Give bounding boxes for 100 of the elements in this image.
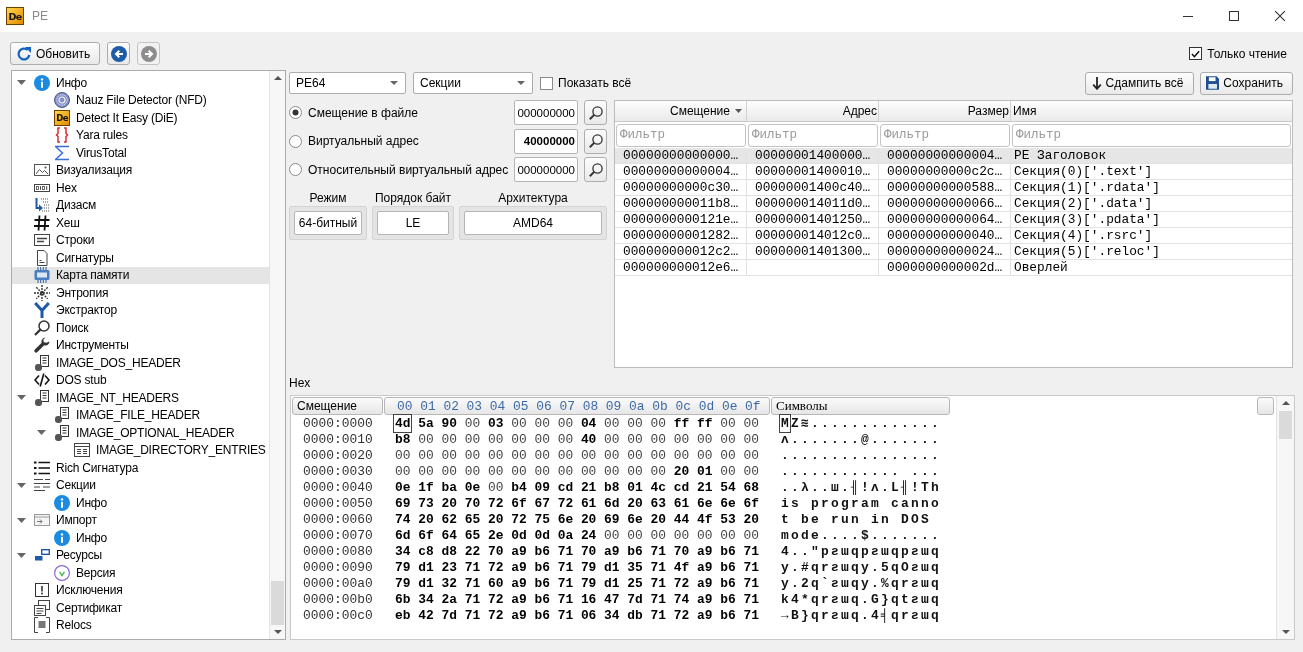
scroll-up-icon[interactable] bbox=[273, 76, 282, 80]
tree-item[interactable]: IMAGE_NT_HEADERS bbox=[12, 389, 269, 407]
collapse-arrow-icon[interactable] bbox=[37, 430, 46, 436]
group-label: Архитектура bbox=[498, 190, 568, 206]
scroll-down-icon[interactable] bbox=[273, 630, 282, 634]
scroll-down-icon[interactable] bbox=[1281, 630, 1290, 634]
tree-item[interactable]: IMAGE_DIRECTORY_ENTRIES bbox=[12, 441, 269, 459]
table-row[interactable]: 000000000012e6… 0000000000002d… Оверлей bbox=[615, 260, 1292, 276]
table-row[interactable]: 0000000000121e… 00000001401250… 00000000000064… Секция(3)['.pdata'] bbox=[615, 212, 1292, 228]
read-only-checkbox[interactable] bbox=[1189, 47, 1203, 60]
table-cell: PE Заголовок bbox=[1014, 148, 1107, 163]
scroll-up-icon[interactable] bbox=[1281, 401, 1290, 405]
tree-item[interactable]: IMAGE_DOS_HEADER bbox=[12, 354, 269, 372]
tree-item[interactable]: IMAGE_FILE_HEADER bbox=[12, 406, 269, 424]
page-plug-icon bbox=[54, 407, 70, 424]
tree-item[interactable]: IMAGE_OPTIONAL_HEADER bbox=[12, 424, 269, 442]
filter-field[interactable]: Фильтр bbox=[616, 123, 746, 147]
scrollbar-thumb[interactable] bbox=[271, 581, 284, 625]
table-row[interactable]: 00000000000c30… 00000001400c40… 00000000000588… Секция(1)['.rdata'] bbox=[615, 180, 1292, 196]
window-title: PE bbox=[32, 9, 48, 23]
radio-label[interactable]: Смещение в файле bbox=[308, 105, 418, 120]
tree-item[interactable]: Nauz File Detector (NFD) bbox=[12, 91, 269, 109]
dump-all-button[interactable]: Сдампить всё bbox=[1085, 71, 1194, 95]
read-only-label[interactable]: Только чтение bbox=[1207, 46, 1287, 61]
info-field[interactable]: AMD64 bbox=[464, 210, 602, 235]
tree-item[interactable]: Дизасм bbox=[12, 196, 269, 214]
refresh-button[interactable]: Обновить bbox=[10, 42, 101, 65]
address-field[interactable]: 40000000 bbox=[514, 128, 578, 154]
address-field[interactable]: 000000000 bbox=[514, 157, 578, 182]
collapse-arrow-icon[interactable] bbox=[17, 395, 26, 401]
filter-field[interactable]: Фильтр bbox=[1012, 123, 1291, 147]
column-header[interactable]: Смещение bbox=[292, 397, 383, 415]
search-button[interactable] bbox=[584, 128, 607, 154]
search-button[interactable] bbox=[584, 157, 607, 182]
search-button[interactable] bbox=[584, 100, 607, 125]
radio-label[interactable]: Относительный виртуальный адрес bbox=[308, 162, 509, 177]
tree-item[interactable]: Поиск bbox=[12, 319, 269, 337]
save-button[interactable]: Сохранить bbox=[1200, 71, 1293, 95]
tree-item[interactable]: Relocs bbox=[12, 616, 269, 634]
ascii-text: ..λ..ш.╢!ʌ.L╢!Th bbox=[781, 479, 942, 495]
tree-item[interactable]: Инфо bbox=[12, 529, 269, 547]
tree-item[interactable]: Энтропия bbox=[12, 284, 269, 302]
tree-item[interactable]: Ресурсы bbox=[12, 546, 269, 564]
column-header[interactable]: Адрес bbox=[747, 101, 879, 122]
tree-item[interactable]: Секции bbox=[12, 476, 269, 494]
table-row[interactable]: 000000000012c2… 00000001401300… 00000000000024… Секция(5)['.reloc'] bbox=[615, 244, 1292, 260]
scrollbar[interactable] bbox=[1276, 396, 1294, 639]
collapse-arrow-icon[interactable] bbox=[17, 552, 26, 558]
column-header[interactable]: Смещение bbox=[615, 101, 747, 122]
table-row[interactable]: 00000000001282… 000000014012c0… 00000000000040… Секция(4)['.rsrc'] bbox=[615, 228, 1292, 244]
tree-item[interactable]: De Detect It Easy (DiE) bbox=[12, 109, 269, 127]
tree-item[interactable]: Инфо bbox=[12, 494, 269, 512]
tree-item[interactable]: Экстрактор bbox=[12, 301, 269, 319]
radio-button[interactable] bbox=[289, 106, 302, 119]
view-combo[interactable]: Секции bbox=[413, 72, 533, 94]
tree-item[interactable]: Hex bbox=[12, 179, 269, 197]
tree-item[interactable]: DOS stub bbox=[12, 371, 269, 389]
filter-field[interactable]: Фильтр bbox=[880, 123, 1010, 147]
tree-item[interactable]: Визуализация bbox=[12, 161, 269, 179]
collapse-arrow-icon[interactable] bbox=[17, 482, 26, 488]
tree-item[interactable]: Rich Сигнатура bbox=[12, 459, 269, 477]
tree-item[interactable]: Yara rules bbox=[12, 126, 269, 144]
tree-item[interactable]: Версия bbox=[12, 564, 269, 582]
show-all-checkbox[interactable] bbox=[540, 76, 553, 90]
tree-item[interactable]: Карта памяти bbox=[12, 266, 269, 284]
collapse-arrow-icon[interactable] bbox=[17, 517, 26, 523]
tree-item[interactable]: VirusTotal bbox=[12, 144, 269, 162]
tree-item[interactable]: Строки bbox=[12, 231, 269, 249]
ascii-text: ............ ... bbox=[781, 463, 942, 479]
show-all-label[interactable]: Показать всё bbox=[558, 76, 632, 90]
radio-button[interactable] bbox=[289, 134, 302, 148]
table-cell: 00000000001282… bbox=[623, 228, 739, 243]
address-field[interactable]: 000000000 bbox=[514, 100, 578, 125]
format-combo[interactable]: PE64 bbox=[289, 72, 406, 94]
snowflake-icon bbox=[34, 284, 50, 301]
tree-item[interactable]: Импорт bbox=[12, 511, 269, 529]
column-header[interactable]: Символы bbox=[771, 397, 950, 415]
column-header[interactable]: 00 01 02 03 04 05 06 07 08 09 0a 0b 0c 0d 0e 0f bbox=[384, 397, 770, 415]
radio-button[interactable] bbox=[289, 163, 302, 176]
info-field[interactable]: LE bbox=[377, 210, 449, 235]
filter-field[interactable]: Фильтр bbox=[748, 123, 878, 147]
tree-item[interactable]: Хеш bbox=[12, 214, 269, 232]
tree-item[interactable]: Сигнатуры bbox=[12, 249, 269, 267]
column-header[interactable]: Размер bbox=[879, 101, 1011, 122]
back-button[interactable] bbox=[107, 42, 131, 65]
offset-cell: 0000:00a0 bbox=[303, 575, 373, 591]
info-field[interactable]: 64-битный bbox=[294, 210, 362, 235]
collapse-arrow-icon[interactable] bbox=[17, 80, 26, 86]
radio-label[interactable]: Виртуальный адрес bbox=[308, 134, 419, 148]
scrollbar[interactable] bbox=[269, 71, 285, 639]
tree-item[interactable]: Исключения bbox=[12, 581, 269, 599]
tree-item[interactable]: Сертификат bbox=[12, 599, 269, 617]
table-row[interactable]: 000000000011b8… 000000014011d0… 00000000000066… Секция(2)['.data'] bbox=[615, 196, 1292, 212]
table-row[interactable]: 00000000000004… 00000001400010… 00000000000c2c… Секция(0)['.text'] bbox=[615, 164, 1292, 180]
table-row[interactable]: 00000000000000… 00000001400000… 00000000000004… PE Заголовок bbox=[615, 148, 1292, 164]
scrollbar-thumb[interactable] bbox=[1279, 411, 1292, 439]
tree-item[interactable]: Инфо bbox=[12, 74, 269, 92]
search-icon bbox=[588, 105, 603, 120]
tree-item[interactable]: Инструменты bbox=[12, 336, 269, 354]
column-header[interactable]: Имя bbox=[1011, 101, 1292, 122]
